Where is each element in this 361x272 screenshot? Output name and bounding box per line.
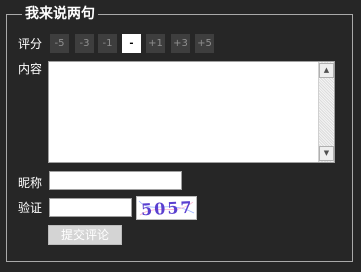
rating-option-plus-3[interactable]: +3 — [171, 34, 190, 53]
captcha-text: 5057 — [141, 198, 194, 219]
captcha-input[interactable] — [49, 198, 132, 217]
form-legend: 我来说两句 — [22, 5, 98, 23]
rating-option-minus-5[interactable]: -5 — [50, 34, 69, 53]
verify-label: 验证 — [18, 201, 43, 215]
rating-option-neutral[interactable]: - — [122, 34, 141, 53]
captcha-image[interactable]: 5057 — [136, 196, 197, 220]
rating-label: 评分 — [18, 37, 43, 51]
captcha-graphic: 5057 — [138, 198, 195, 219]
rating-option-minus-1[interactable]: -1 — [98, 34, 117, 53]
nickname-label: 昵称 — [18, 176, 43, 190]
submit-comment-button[interactable]: 提交评论 — [48, 225, 122, 245]
content-label: 内容 — [18, 62, 43, 76]
nickname-input[interactable] — [49, 171, 182, 190]
content-textarea[interactable]: ▲ ▼ — [48, 61, 335, 163]
scroll-down-arrow-icon[interactable]: ▼ — [319, 146, 334, 161]
content-scrollbar[interactable]: ▲ ▼ — [318, 62, 334, 162]
rating-option-plus-1[interactable]: +1 — [146, 34, 165, 53]
rating-option-plus-5[interactable]: +5 — [195, 34, 214, 53]
rating-option-minus-3[interactable]: -3 — [75, 34, 94, 53]
scroll-up-arrow-icon[interactable]: ▲ — [319, 63, 334, 78]
